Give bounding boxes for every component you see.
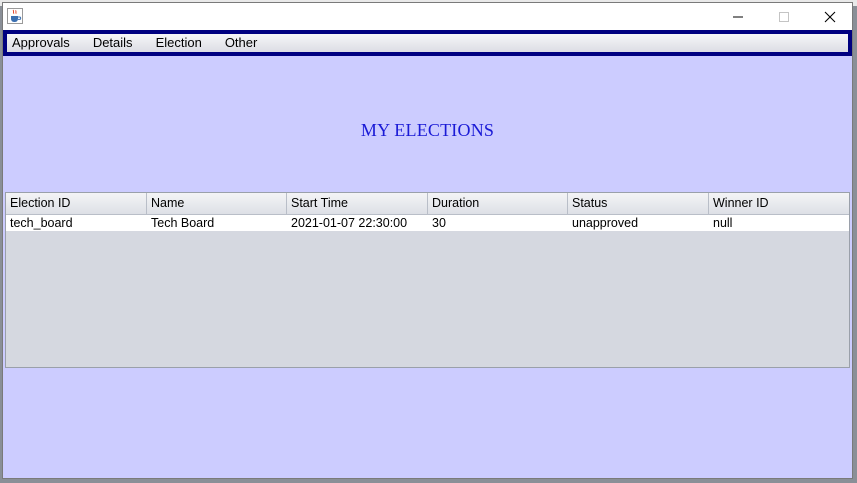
column-header-name[interactable]: Name — [147, 193, 287, 214]
table-row[interactable]: tech_board Tech Board 2021-01-07 22:30:0… — [6, 215, 849, 231]
cell-duration[interactable]: 30 — [428, 215, 568, 231]
minimize-icon — [733, 16, 743, 17]
close-button[interactable] — [807, 3, 852, 30]
title-bar[interactable] — [3, 3, 852, 30]
menu-other[interactable]: Other — [220, 34, 269, 52]
cell-start-time[interactable]: 2021-01-07 22:30:00 — [287, 215, 428, 231]
app-window: Approvals Details Election Other MY ELEC… — [2, 2, 853, 479]
java-cup-icon — [7, 8, 23, 24]
table-header: Election ID Name Start Time Duration Sta… — [6, 193, 849, 215]
column-header-election-id[interactable]: Election ID — [6, 193, 147, 214]
maximize-button[interactable] — [761, 3, 807, 30]
minimize-button[interactable] — [715, 3, 761, 30]
menu-election[interactable]: Election — [151, 34, 213, 52]
page-title: MY ELECTIONS — [360, 120, 495, 140]
cell-status[interactable]: unapproved — [568, 215, 709, 231]
cell-election-id[interactable]: tech_board — [6, 215, 147, 231]
elections-table[interactable]: Election ID Name Start Time Duration Sta… — [5, 192, 850, 368]
menu-details[interactable]: Details — [88, 34, 144, 52]
menu-approvals[interactable]: Approvals — [7, 34, 81, 52]
main-panel: MY ELECTIONS Election ID Name Start Time… — [3, 56, 852, 478]
column-header-start-time[interactable]: Start Time — [287, 193, 428, 214]
close-icon — [824, 11, 836, 22]
cell-winner-id[interactable]: null — [709, 215, 849, 231]
maximize-icon — [779, 11, 789, 22]
menu-bar: Approvals Details Election Other — [3, 30, 852, 56]
column-header-winner-id[interactable]: Winner ID — [709, 193, 849, 214]
column-header-duration[interactable]: Duration — [428, 193, 568, 214]
column-header-status[interactable]: Status — [568, 193, 709, 214]
cell-name[interactable]: Tech Board — [147, 215, 287, 231]
